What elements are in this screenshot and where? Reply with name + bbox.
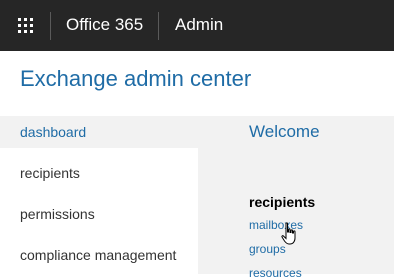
top-nav-bar: Office 365 Admin bbox=[0, 0, 394, 51]
app-launcher-button[interactable] bbox=[0, 0, 50, 51]
welcome-heading: Welcome bbox=[249, 122, 320, 141]
sidebar-item-recipients[interactable]: recipients bbox=[0, 157, 198, 189]
topbar-divider bbox=[50, 12, 51, 40]
sidebar-item-dashboard[interactable]: dashboard bbox=[0, 116, 198, 148]
admin-link[interactable]: Admin bbox=[175, 15, 223, 35]
app-launcher-icon bbox=[17, 18, 33, 33]
page-title: Exchange admin center bbox=[20, 66, 252, 91]
sidebar-item-compliance-management[interactable]: compliance management bbox=[0, 239, 198, 271]
hand-pointer-cursor-icon bbox=[281, 222, 296, 245]
main-content: Welcome recipients mailboxes groups reso… bbox=[198, 116, 394, 280]
sidebar-nav: dashboard recipients permissions complia… bbox=[0, 116, 198, 274]
office-365-link[interactable]: Office 365 bbox=[66, 15, 143, 35]
topbar-divider bbox=[158, 12, 159, 40]
sidebar-item-permissions[interactable]: permissions bbox=[0, 198, 198, 230]
recipients-heading: recipients bbox=[249, 194, 316, 210]
resources-link[interactable]: resources bbox=[249, 266, 302, 280]
